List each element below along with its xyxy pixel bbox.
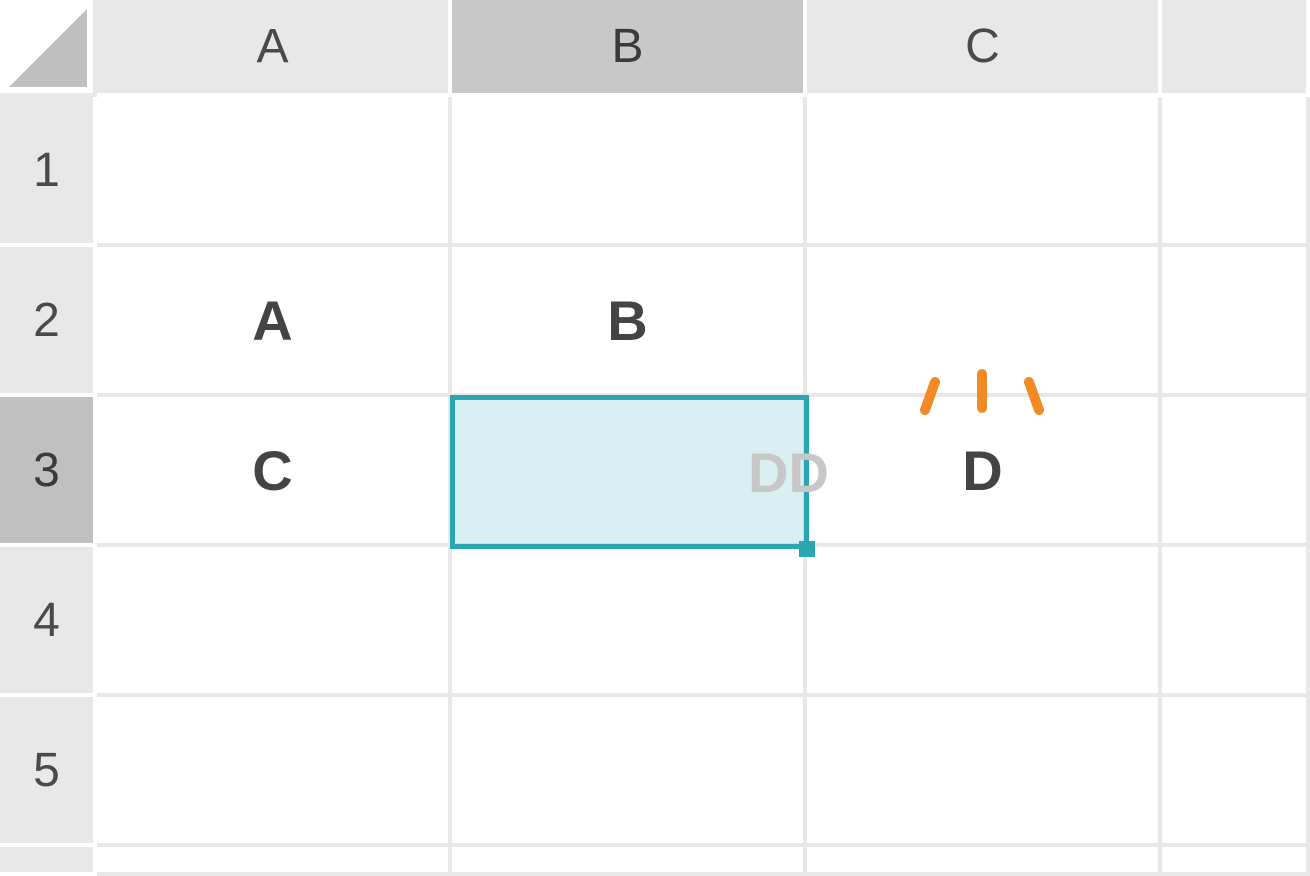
- row-header-label: 2: [33, 293, 60, 348]
- column-header-label: B: [611, 19, 643, 74]
- cell-b5[interactable]: [452, 697, 807, 847]
- row-header-label: 3: [33, 443, 60, 498]
- row-header-2[interactable]: 2: [0, 247, 97, 397]
- cell-b6[interactable]: [452, 847, 807, 876]
- column-header-label: C: [965, 19, 1000, 74]
- cell-b3[interactable]: [452, 397, 807, 547]
- column-header-d-partial[interactable]: [1162, 0, 1310, 97]
- cell-c3[interactable]: D: [807, 397, 1162, 547]
- row-header-1[interactable]: 1: [0, 97, 97, 247]
- cell-c2[interactable]: [807, 247, 1162, 397]
- fill-handle[interactable]: [799, 541, 815, 557]
- row-header-4[interactable]: 4: [0, 547, 97, 697]
- row-header-6-partial[interactable]: [0, 847, 97, 876]
- cell-a5[interactable]: [97, 697, 452, 847]
- row-header-label: 5: [33, 743, 60, 798]
- cell-d5[interactable]: [1162, 697, 1310, 847]
- column-header-label: A: [256, 19, 288, 74]
- select-all-corner[interactable]: [0, 0, 97, 97]
- cell-c1[interactable]: [807, 97, 1162, 247]
- cell-a1[interactable]: [97, 97, 452, 247]
- column-header-a[interactable]: A: [97, 0, 452, 97]
- cell-value: B: [607, 288, 647, 353]
- cell-d6[interactable]: [1162, 847, 1310, 876]
- cell-c4[interactable]: [807, 547, 1162, 697]
- cell-d3[interactable]: [1162, 397, 1310, 547]
- cell-a3[interactable]: C: [97, 397, 452, 547]
- select-all-triangle-icon: [9, 9, 87, 87]
- cell-a2[interactable]: A: [97, 247, 452, 397]
- row-header-3[interactable]: 3: [0, 397, 97, 547]
- cell-a4[interactable]: [97, 547, 452, 697]
- row-header-5[interactable]: 5: [0, 697, 97, 847]
- cell-d1[interactable]: [1162, 97, 1310, 247]
- cell-value: A: [252, 288, 292, 353]
- spreadsheet: A B C 1 2 3 4 5 A B C D: [0, 0, 1310, 876]
- column-header-c[interactable]: C: [807, 0, 1162, 97]
- cell-c6[interactable]: [807, 847, 1162, 876]
- cell-d2[interactable]: [1162, 247, 1310, 397]
- cell-value: D: [962, 438, 1002, 503]
- column-header-b[interactable]: B: [452, 0, 807, 97]
- cell-d4[interactable]: [1162, 547, 1310, 697]
- cell-value: C: [252, 438, 292, 503]
- cell-b4[interactable]: [452, 547, 807, 697]
- cell-c5[interactable]: [807, 697, 1162, 847]
- cell-b1[interactable]: [452, 97, 807, 247]
- cell-b2[interactable]: B: [452, 247, 807, 397]
- row-header-label: 1: [33, 143, 60, 198]
- cell-a6[interactable]: [97, 847, 452, 876]
- row-header-label: 4: [33, 593, 60, 648]
